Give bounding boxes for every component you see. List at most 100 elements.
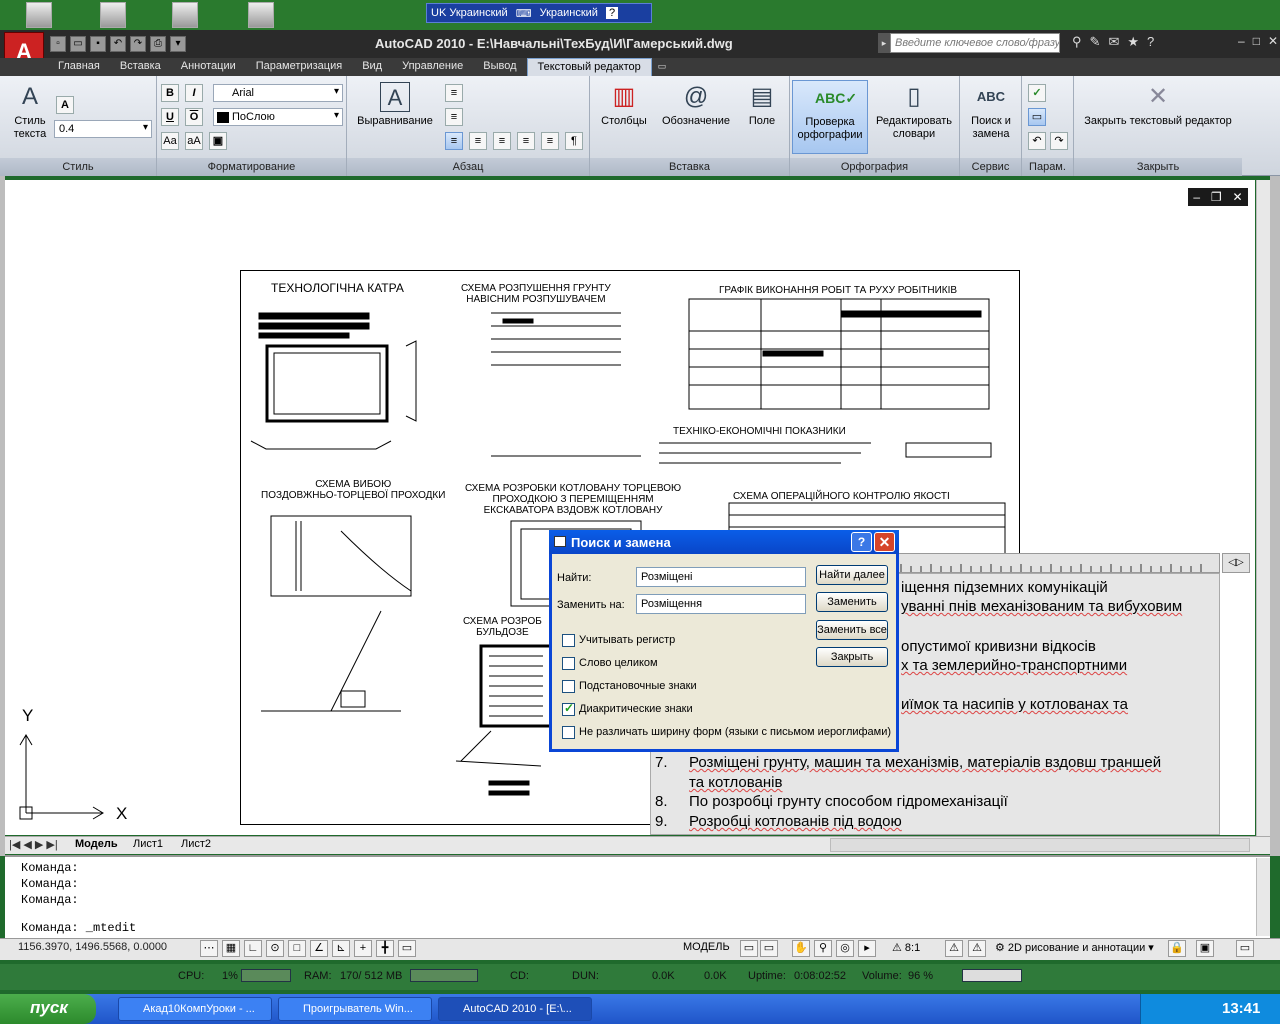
steering-wheel-icon[interactable]: ◎: [836, 940, 854, 957]
tab-text-editor[interactable]: Текстовый редактор: [526, 58, 652, 76]
find-next-button[interactable]: Найти далее: [816, 565, 888, 585]
columns-button[interactable]: ▥ Столбцы: [596, 82, 652, 128]
lock-icon[interactable]: 🔒: [1168, 940, 1186, 957]
dialog-title-bar[interactable]: Поиск и замена ? ✕: [549, 530, 899, 554]
pan-icon[interactable]: ✋: [792, 940, 810, 957]
minimize-icon[interactable]: –: [1193, 190, 1200, 204]
field-button[interactable]: ▤ Поле: [740, 82, 784, 128]
annotation-scale[interactable]: ⚠ 8:1: [892, 941, 920, 954]
search-input[interactable]: Введите ключевое слово/фразу: [890, 33, 1060, 53]
print-icon[interactable]: ⎙: [150, 36, 166, 52]
find-replace-button[interactable]: ABC Поиск и замена: [964, 82, 1018, 141]
text-height-combo[interactable]: 0.4: [54, 120, 152, 138]
help-icon[interactable]: ?: [851, 532, 872, 552]
hardware-acceleration-icon[interactable]: ▣: [1196, 940, 1214, 957]
calculator-icon[interactable]: [248, 2, 274, 28]
distribute-icon[interactable]: ≡: [541, 132, 559, 150]
snap-icon[interactable]: ⋯: [200, 940, 218, 957]
close-text-editor-button[interactable]: ✕ Закрыть текстовый редактор: [1078, 82, 1238, 128]
mtext-line[interactable]: 9. Розробці котлованів під водою: [655, 813, 902, 830]
mtext-line[interactable]: іщення підземних комунікацій: [901, 579, 1108, 596]
replace-button[interactable]: Заменить: [816, 592, 888, 612]
symbol-button[interactable]: @ Обозначение: [658, 82, 734, 128]
ribbon-minimize-icon[interactable]: ▭: [652, 58, 673, 76]
dropdown-icon[interactable]: ▾: [170, 36, 186, 52]
ruler-icon[interactable]: ▭: [1028, 108, 1046, 126]
color-combo[interactable]: ПоСлою: [213, 108, 343, 126]
clean-screen-icon[interactable]: ▭: [1236, 940, 1254, 957]
redo-icon[interactable]: ↷: [1050, 132, 1068, 150]
background-mask-icon[interactable]: ▣: [209, 132, 227, 150]
osnap-icon[interactable]: □: [288, 940, 306, 957]
close-icon[interactable]: ✕: [1268, 34, 1278, 48]
overline-button[interactable]: O: [185, 108, 203, 126]
tab-parametric[interactable]: Параметризация: [246, 58, 352, 76]
tab-view[interactable]: Вид: [352, 58, 392, 76]
tab-layout1[interactable]: Лист1: [133, 838, 163, 850]
underline-button[interactable]: U: [161, 108, 179, 126]
italic-button[interactable]: I: [185, 84, 203, 102]
diacritics-checkbox[interactable]: [562, 701, 575, 716]
minimize-icon[interactable]: –: [1238, 34, 1245, 48]
command-scrollbar[interactable]: [1256, 858, 1270, 936]
tab-nav-arrows[interactable]: |◀ ◀ ▶ ▶|: [9, 838, 58, 851]
start-button[interactable]: пуск: [0, 994, 96, 1024]
lowercase-button[interactable]: aA: [185, 132, 203, 150]
restore-icon[interactable]: ❐: [1211, 190, 1222, 204]
search-expand-icon[interactable]: ▸: [878, 33, 890, 53]
otrack-icon[interactable]: ∠: [310, 940, 328, 957]
paragraph-settings-icon[interactable]: ¶: [565, 132, 583, 150]
uppercase-button[interactable]: Aa: [161, 132, 179, 150]
annotation-visibility-icon[interactable]: ⚠: [945, 940, 963, 957]
half-full-width-checkbox[interactable]: [562, 726, 575, 739]
showmotion-icon[interactable]: ▸: [858, 940, 876, 957]
taskbar-item-active[interactable]: AutoCAD 2010 - [E:\...: [438, 997, 592, 1021]
zoom-icon[interactable]: ⚲: [814, 940, 832, 957]
tab-layout2[interactable]: Лист2: [181, 838, 211, 850]
redo-icon[interactable]: ↷: [130, 36, 146, 52]
edit-dictionaries-button[interactable]: ▯ Редактировать словари: [872, 82, 956, 141]
ducs-icon[interactable]: ⊾: [332, 940, 350, 957]
desktop-icon[interactable]: [100, 2, 126, 28]
text-style-button[interactable]: A Стиль текста: [6, 82, 54, 141]
lineweight-icon[interactable]: ╋: [376, 940, 394, 957]
calendar-icon[interactable]: [172, 2, 198, 28]
align-right-icon[interactable]: ≡: [493, 132, 511, 150]
find-input[interactable]: Розміщені: [636, 567, 806, 587]
taskbar-item[interactable]: Акад10КомпУроки - ...: [118, 997, 272, 1021]
mtext-line[interactable]: та котлованів: [689, 774, 783, 791]
tab-annotate[interactable]: Аннотации: [171, 58, 246, 76]
tab-manage[interactable]: Управление: [392, 58, 473, 76]
mtext-line[interactable]: опустимої кривизни відкосів: [901, 638, 1096, 655]
tools-icon[interactable]: ✎: [1090, 34, 1101, 50]
line-spacing-icon[interactable]: ≡: [445, 108, 463, 126]
polar-icon[interactable]: ⊙: [266, 940, 284, 957]
mtext-line[interactable]: 7. Розміщені грунту, машин та механізмів,…: [655, 754, 1161, 771]
new-icon[interactable]: ▫: [50, 36, 66, 52]
ortho-icon[interactable]: ∟: [244, 940, 262, 957]
tab-home[interactable]: Главная: [48, 58, 110, 76]
match-case-checkbox[interactable]: [562, 634, 575, 647]
annotative-icon[interactable]: A: [56, 96, 74, 114]
dyn-icon[interactable]: +: [354, 940, 372, 957]
quick-view-drawings-icon[interactable]: ▭: [760, 940, 778, 957]
mtext-line[interactable]: уванні пнів механізованим та вибуховим: [901, 598, 1182, 615]
volume-slider[interactable]: [962, 969, 1022, 982]
close-button[interactable]: Закрыть: [816, 647, 888, 667]
justification-button[interactable]: A Выравнивание: [355, 82, 435, 128]
tab-output[interactable]: Вывод: [473, 58, 526, 76]
whole-word-checkbox[interactable]: [562, 657, 575, 670]
align-left-icon[interactable]: ≡: [445, 132, 463, 150]
mtext-line[interactable]: 8. По розробці грунту способом гідромехан…: [655, 793, 1008, 810]
command-prompt[interactable]: Команда: _mtedit: [21, 921, 136, 935]
undo-icon[interactable]: ↶: [1028, 132, 1046, 150]
workspace-switcher[interactable]: ⚙ 2D рисование и аннотации ▾: [995, 941, 1154, 954]
wildcards-checkbox[interactable]: [562, 680, 575, 693]
options-check-icon[interactable]: ✓: [1028, 84, 1046, 102]
quick-view-layouts-icon[interactable]: ▭: [740, 940, 758, 957]
vertical-scrollbar[interactable]: [1256, 180, 1270, 840]
undo-icon[interactable]: ↶: [110, 36, 126, 52]
tab-insert[interactable]: Вставка: [110, 58, 171, 76]
grid-icon[interactable]: ▦: [222, 940, 240, 957]
bold-button[interactable]: B: [161, 84, 179, 102]
